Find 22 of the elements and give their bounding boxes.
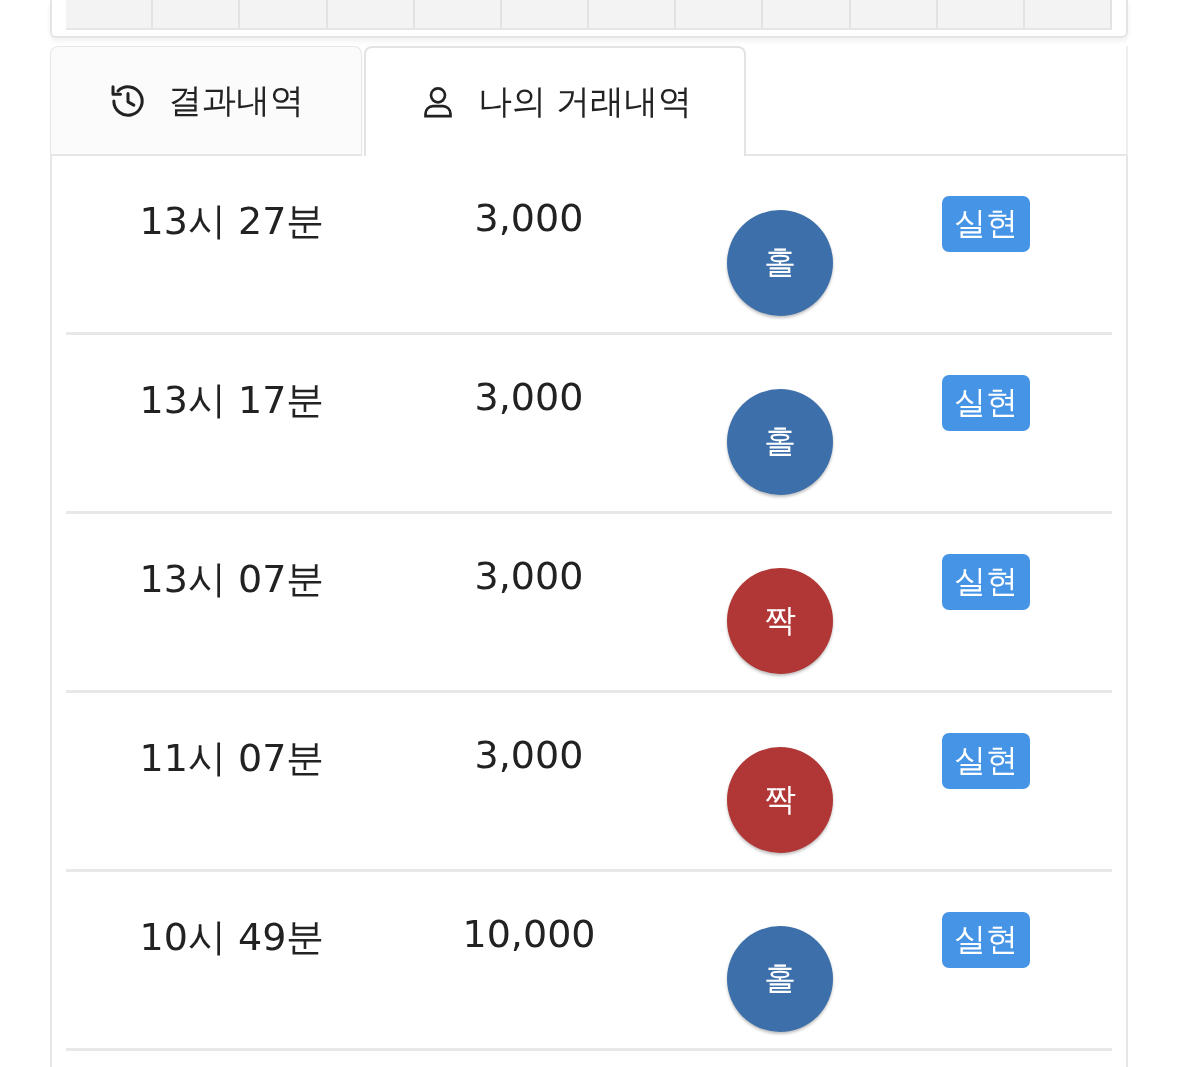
result-badge: 짝: [727, 747, 833, 853]
amount-text: 3,000: [473, 733, 585, 777]
time-text: 13시 07분: [138, 556, 326, 603]
amount-text: 10,000: [461, 912, 597, 956]
result-badge: 홀: [727, 926, 833, 1032]
tab[interactable]: 결과내역: [50, 46, 362, 156]
result-badge: 홀: [727, 389, 833, 495]
time-text: 13시 17분: [138, 377, 326, 424]
status-tag: 실현: [942, 196, 1030, 252]
result-badge: 짝: [727, 568, 833, 674]
result-badge: 홀: [727, 210, 833, 316]
status-tag: 실현: [942, 375, 1030, 431]
status-tag: 실현: [942, 912, 1030, 968]
status-tag: 실현: [942, 554, 1030, 610]
status-tag: 실현: [942, 733, 1030, 789]
amount-text: 3,000: [473, 554, 585, 598]
time-text: 10시 49분: [138, 914, 326, 961]
time-text: 13시 27분: [138, 198, 326, 245]
time-text: 11시 07분: [138, 735, 326, 782]
tab[interactable]: 나의 거래내역: [364, 46, 746, 156]
amount-text: 3,000: [473, 196, 585, 240]
amount-text: 3,000: [473, 375, 585, 419]
